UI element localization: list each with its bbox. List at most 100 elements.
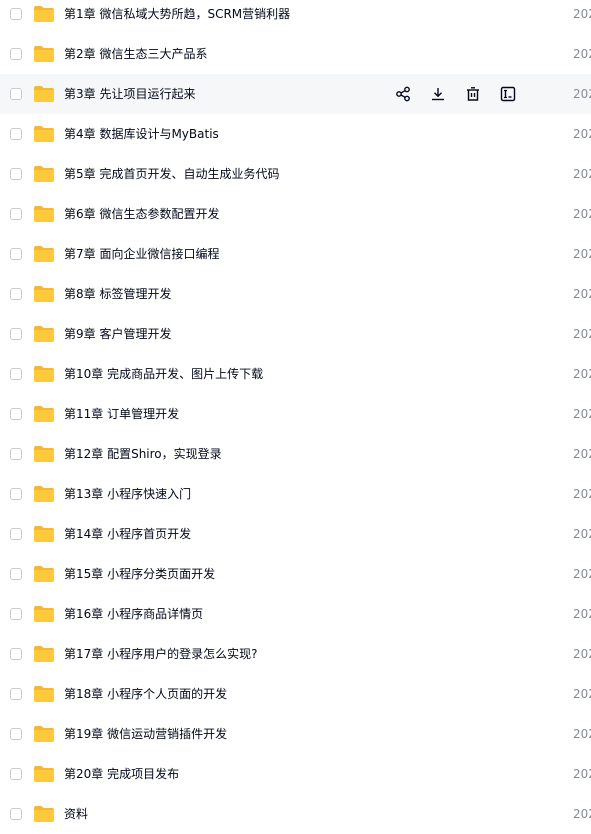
row-checkbox[interactable]	[10, 808, 22, 820]
file-row[interactable]: 第13章 小程序快速入门 2022	[0, 474, 591, 514]
row-checkbox[interactable]	[10, 368, 22, 380]
folder-icon	[34, 686, 54, 702]
file-date: 2022	[573, 527, 591, 541]
file-row[interactable]: 第6章 微信生态参数配置开发 2022	[0, 194, 591, 234]
row-checkbox[interactable]	[10, 248, 22, 260]
row-checkbox[interactable]	[10, 688, 22, 700]
file-row[interactable]: 第20章 完成项目发布 2022	[0, 754, 591, 794]
file-row[interactable]: 第14章 小程序首页开发 2022	[0, 514, 591, 554]
row-checkbox[interactable]	[10, 768, 22, 780]
folder-icon	[34, 446, 54, 462]
file-row[interactable]: 第2章 微信生态三大产品系 2022	[0, 34, 591, 74]
row-checkbox[interactable]	[10, 528, 22, 540]
file-row[interactable]: 第1章 微信私域大势所趋，SCRM营销利器 2022	[0, 0, 591, 34]
row-checkbox[interactable]	[10, 168, 22, 180]
file-date: 2022	[573, 207, 591, 221]
folder-icon	[34, 646, 54, 662]
file-row[interactable]: 第10章 完成商品开发、图片上传下载 2022	[0, 354, 591, 394]
file-name[interactable]: 第1章 微信私域大势所趋，SCRM营销利器	[64, 0, 290, 34]
file-name[interactable]: 第13章 小程序快速入门	[64, 474, 191, 514]
row-checkbox[interactable]	[10, 488, 22, 500]
file-name[interactable]: 第10章 完成商品开发、图片上传下载	[64, 354, 263, 394]
file-name[interactable]: 资料	[64, 794, 88, 834]
row-checkbox[interactable]	[10, 88, 22, 100]
file-row[interactable]: 第4章 数据库设计与MyBatis 2022	[0, 114, 591, 154]
folder-icon	[34, 286, 54, 302]
row-checkbox[interactable]	[10, 288, 22, 300]
file-name[interactable]: 第20章 完成项目发布	[64, 754, 179, 794]
file-date: 2022	[573, 87, 591, 101]
file-name[interactable]: 第9章 客户管理开发	[64, 314, 171, 354]
folder-icon	[34, 326, 54, 342]
row-checkbox[interactable]	[10, 48, 22, 60]
file-name[interactable]: 第6章 微信生态参数配置开发	[64, 194, 219, 234]
row-checkbox[interactable]	[10, 568, 22, 580]
file-row[interactable]: 第11章 订单管理开发 2022	[0, 394, 591, 434]
folder-icon	[34, 486, 54, 502]
file-name[interactable]: 第2章 微信生态三大产品系	[64, 34, 207, 74]
file-name[interactable]: 第19章 微信运动营销插件开发	[64, 714, 227, 754]
file-list: 第1章 微信私域大势所趋，SCRM营销利器 2022 第2章 微信生态三大产品系…	[0, 0, 591, 834]
file-row[interactable]: 资料 2022	[0, 794, 591, 834]
folder-icon	[34, 566, 54, 582]
file-date: 2022	[573, 407, 591, 421]
rename-button[interactable]	[498, 84, 518, 104]
folder-icon	[34, 46, 54, 62]
row-checkbox[interactable]	[10, 128, 22, 140]
file-name[interactable]: 第8章 标签管理开发	[64, 274, 171, 314]
file-name[interactable]: 第14章 小程序首页开发	[64, 514, 191, 554]
file-row[interactable]: 第5章 完成首页开发、自动生成业务代码 2022	[0, 154, 591, 194]
folder-icon	[34, 806, 54, 822]
file-row[interactable]: 第7章 面向企业微信接口编程 2022	[0, 234, 591, 274]
file-date: 2022	[573, 287, 591, 301]
file-date: 2022	[573, 487, 591, 501]
file-date: 2022	[573, 127, 591, 141]
file-date: 2022	[573, 607, 591, 621]
file-date: 2022	[573, 247, 591, 261]
file-name[interactable]: 第11章 订单管理开发	[64, 394, 179, 434]
row-checkbox[interactable]	[10, 448, 22, 460]
file-row[interactable]: 第8章 标签管理开发 2022	[0, 274, 591, 314]
folder-icon	[34, 606, 54, 622]
row-checkbox[interactable]	[10, 648, 22, 660]
file-name[interactable]: 第17章 小程序用户的登录怎么实现?	[64, 634, 257, 674]
file-date: 2022	[573, 647, 591, 661]
row-checkbox[interactable]	[10, 608, 22, 620]
folder-icon	[34, 766, 54, 782]
share-button[interactable]	[393, 84, 413, 104]
file-date: 2022	[573, 7, 591, 21]
file-date: 2022	[573, 687, 591, 701]
file-name[interactable]: 第18章 小程序个人页面的开发	[64, 674, 227, 714]
download-icon	[432, 88, 444, 101]
file-date: 2022	[573, 447, 591, 461]
file-name[interactable]: 第15章 小程序分类页面开发	[64, 554, 215, 594]
row-checkbox[interactable]	[10, 8, 22, 20]
download-button[interactable]	[428, 84, 448, 104]
file-row[interactable]: 第19章 微信运动营销插件开发 2022	[0, 714, 591, 754]
file-row[interactable]: 第18章 小程序个人页面的开发 2022	[0, 674, 591, 714]
row-checkbox[interactable]	[10, 408, 22, 420]
file-date: 2022	[573, 567, 591, 581]
file-name[interactable]: 第12章 配置Shiro，实现登录	[64, 434, 222, 474]
delete-button[interactable]	[463, 84, 483, 104]
file-name[interactable]: 第4章 数据库设计与MyBatis	[64, 114, 219, 154]
folder-icon	[34, 166, 54, 182]
file-row[interactable]: 第9章 客户管理开发 2022	[0, 314, 591, 354]
row-checkbox[interactable]	[10, 208, 22, 220]
file-name[interactable]: 第3章 先让项目运行起来	[64, 74, 195, 114]
file-row[interactable]: 第3章 先让项目运行起来 2022	[0, 74, 591, 114]
folder-icon	[34, 246, 54, 262]
row-checkbox[interactable]	[10, 328, 22, 340]
file-name[interactable]: 第5章 完成首页开发、自动生成业务代码	[64, 154, 279, 194]
file-row[interactable]: 第12章 配置Shiro，实现登录 2022	[0, 434, 591, 474]
file-name[interactable]: 第7章 面向企业微信接口编程	[64, 234, 219, 274]
file-row[interactable]: 第15章 小程序分类页面开发 2022	[0, 554, 591, 594]
file-date: 2022	[573, 727, 591, 741]
row-checkbox[interactable]	[10, 728, 22, 740]
folder-icon	[34, 6, 54, 22]
file-date: 2022	[573, 47, 591, 61]
folder-icon	[34, 526, 54, 542]
file-row[interactable]: 第17章 小程序用户的登录怎么实现? 2022	[0, 634, 591, 674]
file-row[interactable]: 第16章 小程序商品详情页 2022	[0, 594, 591, 634]
file-name[interactable]: 第16章 小程序商品详情页	[64, 594, 203, 634]
